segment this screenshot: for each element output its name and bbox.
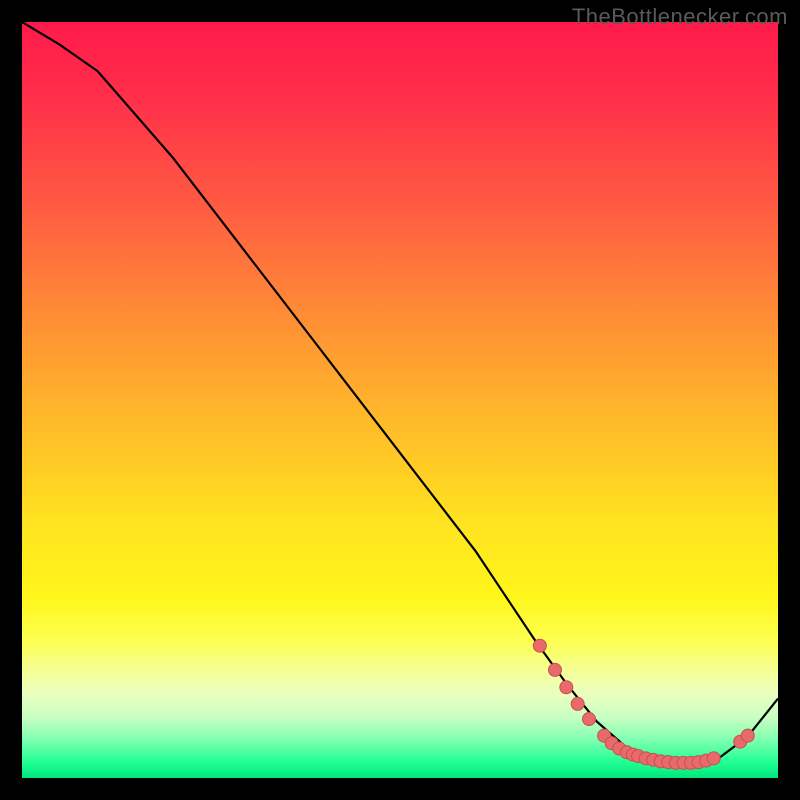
highlight-dot	[533, 639, 546, 652]
dots-group	[533, 639, 754, 769]
plot-area	[22, 22, 778, 778]
watermark-text: TheBottlenecker.com	[572, 4, 788, 30]
highlight-dot	[707, 752, 720, 765]
highlight-dots-layer	[22, 22, 778, 778]
chart-container: TheBottlenecker.com	[0, 0, 800, 800]
highlight-dot	[583, 713, 596, 726]
highlight-dot	[571, 697, 584, 710]
highlight-dot	[741, 729, 754, 742]
highlight-dot	[548, 663, 561, 676]
highlight-dot	[560, 681, 573, 694]
